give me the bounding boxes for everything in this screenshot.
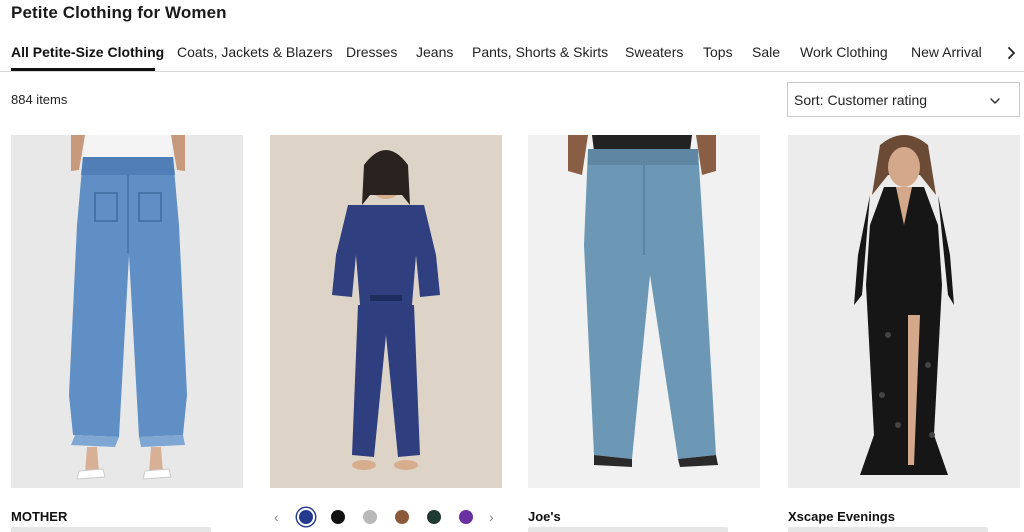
tab-coats-jackets-blazers[interactable]: Coats, Jackets & Blazers — [177, 43, 333, 61]
tab-dresses[interactable]: Dresses — [346, 43, 397, 61]
product-brand[interactable]: Joe's — [528, 509, 561, 524]
color-swatches: ‹ › — [270, 505, 502, 529]
color-swatch[interactable] — [299, 510, 313, 524]
chevron-left-icon[interactable]: ‹ — [274, 509, 279, 525]
product-card: Xscape Evenings — [788, 135, 1020, 532]
product-brand[interactable]: Xscape Evenings — [788, 509, 895, 524]
product-image[interactable] — [788, 135, 1020, 488]
color-swatch[interactable] — [363, 510, 377, 524]
product-image[interactable] — [270, 135, 502, 488]
sort-dropdown[interactable]: Sort: Customer rating — [787, 82, 1020, 117]
tab-jeans[interactable]: Jeans — [416, 43, 453, 61]
product-name-placeholder — [528, 527, 728, 532]
tab-sale[interactable]: Sale — [752, 43, 780, 61]
tab-sweaters[interactable]: Sweaters — [625, 43, 683, 61]
chevron-down-icon — [989, 94, 1001, 106]
color-swatch[interactable] — [427, 510, 441, 524]
result-count: 884 items — [11, 92, 68, 107]
product-name-placeholder — [11, 527, 211, 532]
product-name-placeholder — [788, 527, 988, 532]
category-tabs: All Petite-Size Clothing Coats, Jackets … — [0, 42, 1024, 72]
product-image[interactable] — [11, 135, 243, 488]
product-card — [270, 135, 502, 532]
product-image[interactable] — [528, 135, 760, 488]
product-card: Joe's — [528, 135, 760, 532]
color-swatch[interactable] — [395, 510, 409, 524]
color-swatch[interactable] — [459, 510, 473, 524]
tab-all-petite-size-clothing[interactable]: All Petite-Size Clothing — [11, 43, 164, 61]
tab-work-clothing[interactable]: Work Clothing — [800, 43, 888, 61]
tab-tops[interactable]: Tops — [703, 43, 733, 61]
sort-label: Sort: Customer rating — [794, 92, 928, 108]
product-card: MOTHER — [11, 135, 243, 532]
color-swatch[interactable] — [331, 510, 345, 524]
tab-new-arrival[interactable]: New Arrival — [911, 43, 982, 61]
active-tab-indicator — [11, 68, 155, 71]
page-title: Petite Clothing for Women — [11, 3, 227, 22]
product-brand[interactable]: MOTHER — [11, 509, 67, 524]
chevron-right-icon[interactable] — [1003, 42, 1021, 64]
chevron-right-icon[interactable]: › — [489, 509, 494, 525]
tab-pants-shorts-skirts[interactable]: Pants, Shorts & Skirts — [472, 43, 608, 61]
